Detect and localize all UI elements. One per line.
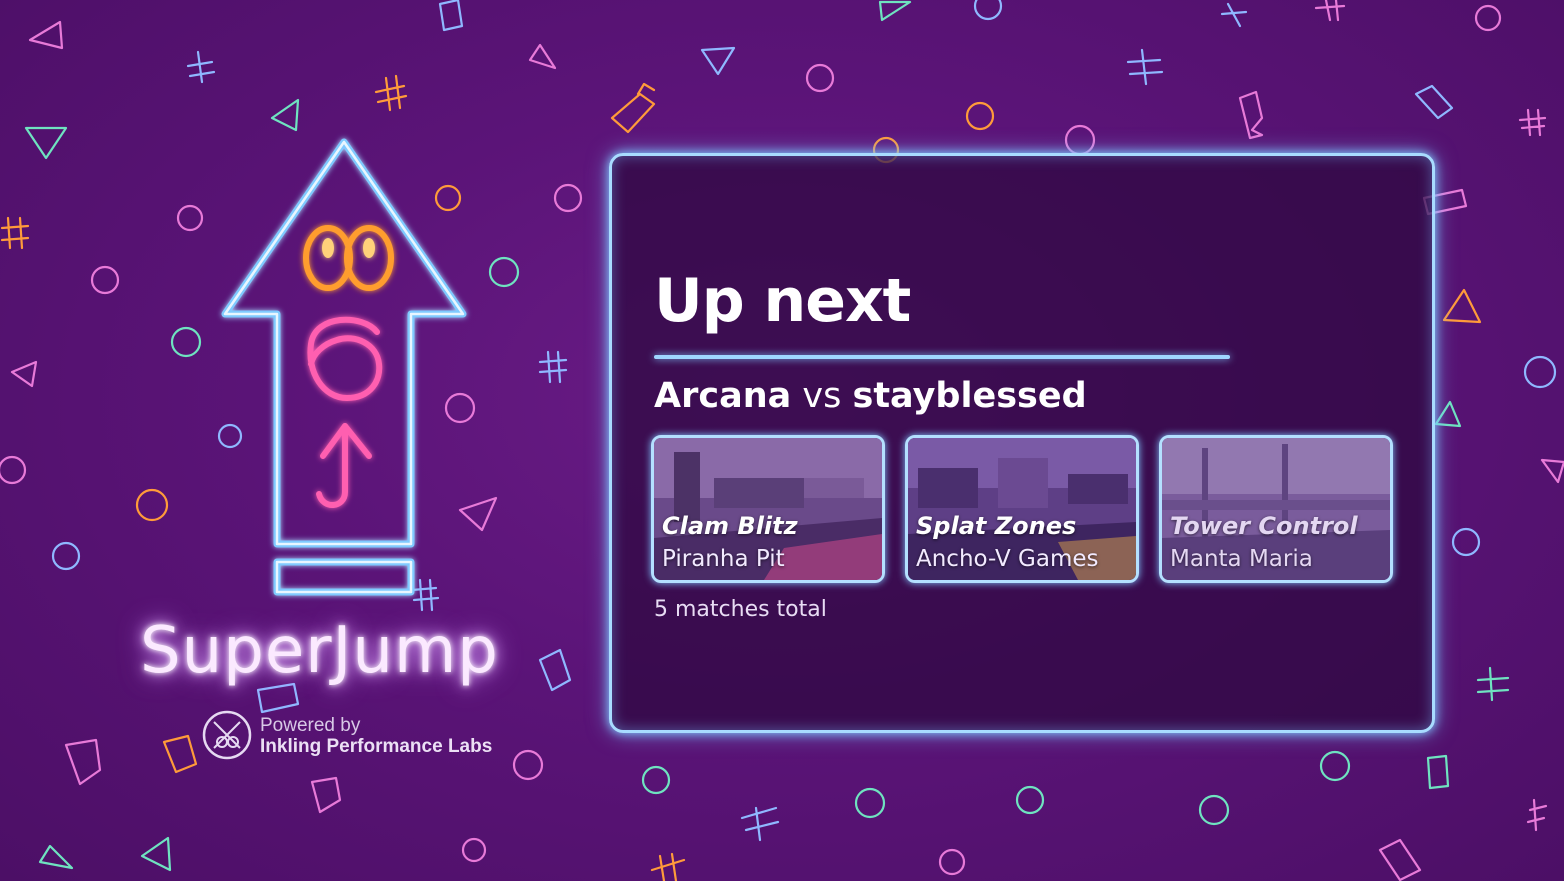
bottle-doodle bbox=[1378, 838, 1422, 881]
match-map: Ancho-V Games bbox=[916, 546, 1099, 572]
jump-arrow-icon bbox=[316, 423, 372, 508]
hash-doodle bbox=[538, 350, 568, 384]
match-card: Splat Zones Ancho-V Games bbox=[905, 435, 1139, 583]
triangle-doodle bbox=[1434, 400, 1462, 428]
circle-doodle bbox=[1319, 750, 1351, 782]
circle-doodle bbox=[0, 455, 27, 485]
match-cards: Clam Blitz Piranha Pit Splat Zones Ancho… bbox=[651, 435, 1396, 585]
panel-title: Up next bbox=[654, 266, 911, 336]
bottle-doodle bbox=[1238, 90, 1264, 140]
triangle-doodle bbox=[270, 98, 300, 132]
triangle-doodle bbox=[1540, 458, 1564, 484]
circle-doodle bbox=[1198, 794, 1230, 826]
squid-doodle bbox=[310, 776, 342, 814]
organization-name: Inkling Performance Labs bbox=[260, 736, 493, 757]
hash-doodle bbox=[650, 852, 686, 881]
circle-doodle bbox=[641, 765, 671, 795]
circle-doodle bbox=[135, 488, 169, 522]
tube-doodle bbox=[438, 0, 464, 32]
matchup-line: Arcana vs stayblessed bbox=[654, 376, 1087, 416]
circle-doodle bbox=[1015, 785, 1045, 815]
match-card: Clam Blitz Piranha Pit bbox=[651, 435, 885, 583]
number-six-icon bbox=[307, 316, 383, 401]
hash-doodle bbox=[740, 806, 780, 842]
bottle-doodle bbox=[610, 82, 656, 134]
hash-doodle bbox=[1518, 108, 1547, 137]
triangle-doodle bbox=[878, 0, 912, 22]
triangle-doodle bbox=[24, 126, 68, 160]
inkling-labs-emblem-icon bbox=[202, 710, 252, 760]
circle-doodle bbox=[1523, 355, 1557, 389]
versus-label: vs bbox=[802, 376, 842, 416]
match-card: Tower Control Manta Maria bbox=[1159, 435, 1393, 583]
triangle-doodle bbox=[700, 46, 736, 76]
hash-doodle bbox=[374, 74, 408, 112]
circle-doodle bbox=[461, 837, 487, 863]
team-a-name: Arcana bbox=[654, 376, 792, 416]
circle-doodle bbox=[90, 265, 120, 295]
squid-eyes-icon bbox=[303, 225, 394, 291]
hash-doodle bbox=[1476, 666, 1510, 702]
match-mode: Clam Blitz bbox=[662, 512, 798, 540]
triangle-doodle bbox=[1442, 288, 1482, 324]
circle-doodle bbox=[176, 204, 204, 232]
circle-doodle bbox=[973, 0, 1003, 21]
circle-doodle bbox=[1064, 124, 1096, 156]
match-mode: Splat Zones bbox=[916, 512, 1077, 540]
circle-doodle bbox=[51, 541, 81, 571]
match-map: Manta Maria bbox=[1170, 546, 1313, 572]
hash-doodle bbox=[1126, 48, 1164, 86]
circle-doodle bbox=[553, 183, 583, 213]
arrow-base-bar bbox=[273, 558, 415, 596]
triangle-doodle bbox=[528, 43, 557, 70]
match-mode: Tower Control bbox=[1170, 512, 1358, 540]
squid-doodle bbox=[140, 836, 172, 872]
circle-doodle bbox=[805, 63, 835, 93]
circle-doodle bbox=[488, 256, 520, 288]
squid-doodle bbox=[64, 738, 102, 786]
brand-name: SuperJump bbox=[140, 614, 499, 688]
circle-doodle bbox=[938, 848, 966, 876]
circle-doodle bbox=[1474, 4, 1502, 32]
hash-doodle bbox=[1314, 0, 1346, 22]
team-b-name: stayblessed bbox=[852, 376, 1087, 416]
triangle-doodle bbox=[38, 844, 74, 870]
hash-doodle bbox=[1526, 798, 1548, 832]
hash-doodle bbox=[0, 216, 30, 250]
up-next-panel: Up next Arcana vs stayblessed Clam Blitz… bbox=[609, 153, 1435, 733]
title-underline bbox=[654, 355, 1230, 359]
hash-doodle bbox=[186, 50, 216, 84]
triangle-doodle bbox=[28, 20, 64, 50]
circle-doodle bbox=[1451, 527, 1481, 557]
circle-doodle bbox=[170, 326, 202, 358]
triangle-doodle bbox=[10, 360, 38, 388]
tube-doodle bbox=[1426, 754, 1450, 790]
hash-doodle bbox=[1220, 2, 1248, 28]
squid-doodle bbox=[162, 734, 198, 774]
powered-by-block: Powered by Inkling Performance Labs bbox=[200, 708, 520, 768]
match-map: Piranha Pit bbox=[662, 546, 785, 572]
match-count: 5 matches total bbox=[654, 597, 827, 622]
superjump-logo-icon bbox=[221, 138, 467, 596]
circle-doodle bbox=[854, 787, 886, 819]
circle-doodle bbox=[965, 101, 995, 131]
tube-doodle bbox=[1414, 84, 1454, 120]
powered-by-label: Powered by bbox=[260, 715, 361, 736]
